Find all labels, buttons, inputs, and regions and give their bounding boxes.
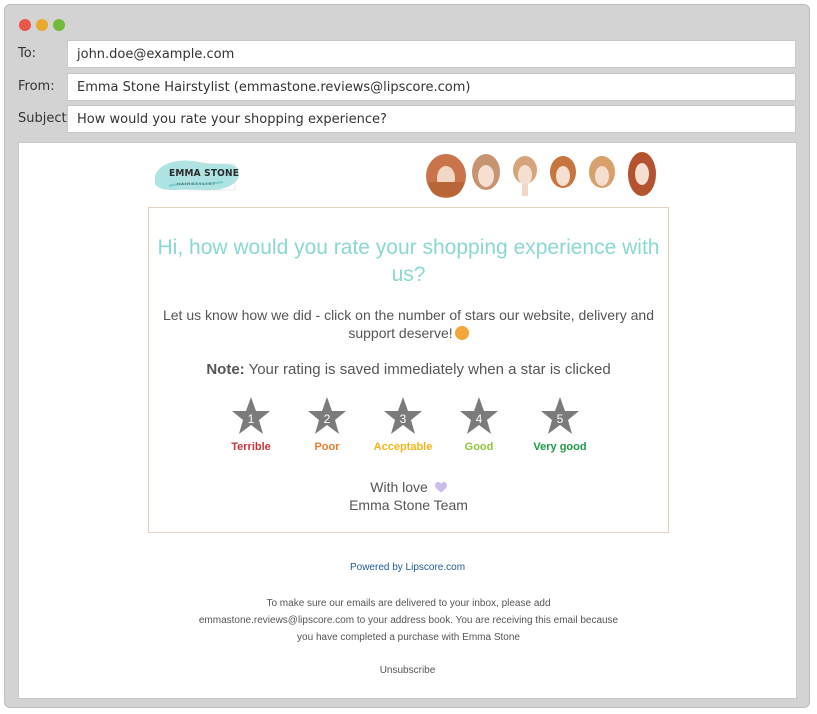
- note-body: Your rating is saved immediately when a …: [248, 361, 611, 378]
- star-number-1[interactable]: 1: [231, 412, 271, 426]
- hug-emoji-icon: [454, 326, 469, 340]
- to-label: To:: [18, 46, 37, 61]
- signoff-line-1: With love: [370, 479, 428, 495]
- wig-images: [426, 152, 656, 198]
- intro-text: Let us know how we did - click on the nu…: [149, 306, 668, 342]
- wig-image-6: [628, 152, 656, 196]
- logo-subtext: HAIRSTYLIST: [177, 181, 216, 186]
- minimize-window-button[interactable]: [36, 19, 48, 31]
- star-number-5[interactable]: 5: [540, 412, 580, 426]
- heart-icon: [434, 482, 447, 493]
- unsubscribe-link[interactable]: Unsubscribe: [19, 665, 796, 676]
- signoff: With love Emma Stone Team: [149, 478, 668, 514]
- subject-label: Subject:: [18, 111, 71, 126]
- subject-row: Subject: How would you rate your shoppin…: [5, 105, 809, 133]
- to-row: To: john.doe@example.com: [5, 40, 809, 68]
- card-title: Hi, how would you rate your shopping exp…: [157, 236, 660, 286]
- close-window-button[interactable]: [19, 19, 31, 31]
- rating-label-good[interactable]: Good: [439, 441, 519, 453]
- window-controls: [19, 19, 65, 31]
- email-window: To: john.doe@example.com From: Emma Ston…: [4, 4, 810, 708]
- note-text: Note: Your rating is saved immediately w…: [149, 361, 668, 378]
- star-number-2[interactable]: 2: [307, 412, 347, 426]
- wig-image-2: [472, 154, 500, 190]
- footer-text: To make sure our emails are delivered to…: [198, 598, 619, 643]
- rating-card: Hi, how would you rate your shopping exp…: [148, 207, 669, 533]
- from-field[interactable]: Emma Stone Hairstylist (emmastone.review…: [67, 73, 796, 101]
- star-number-3[interactable]: 3: [383, 412, 423, 426]
- intro-text-content: Let us know how we did - click on the nu…: [162, 307, 655, 341]
- to-field[interactable]: john.doe@example.com: [67, 40, 796, 68]
- wig-image-5: [589, 156, 615, 188]
- rating-label-very-good[interactable]: Very good: [520, 441, 600, 453]
- from-label: From:: [18, 79, 55, 94]
- wig-image-3: [513, 156, 537, 196]
- star-number-4[interactable]: 4: [459, 412, 499, 426]
- rating-label-terrible[interactable]: Terrible: [211, 441, 291, 453]
- note-label: Note:: [206, 361, 245, 378]
- wig-image-1: [426, 154, 466, 198]
- powered-by-link[interactable]: Powered by Lipscore.com: [19, 562, 796, 573]
- subject-field[interactable]: How would you rate your shopping experie…: [67, 105, 796, 133]
- rating-label-poor[interactable]: Poor: [287, 441, 367, 453]
- from-row: From: Emma Stone Hairstylist (emmastone.…: [5, 73, 809, 101]
- logo-text: EMMA STONE: [169, 168, 240, 179]
- email-body: EMMA STONE HAIRSTYLIST Hi, how would you…: [18, 142, 797, 699]
- signoff-line-2: Emma Stone Team: [349, 497, 468, 513]
- wig-image-4: [550, 156, 576, 188]
- maximize-window-button[interactable]: [53, 19, 65, 31]
- rating-label-acceptable[interactable]: Acceptable: [363, 441, 443, 453]
